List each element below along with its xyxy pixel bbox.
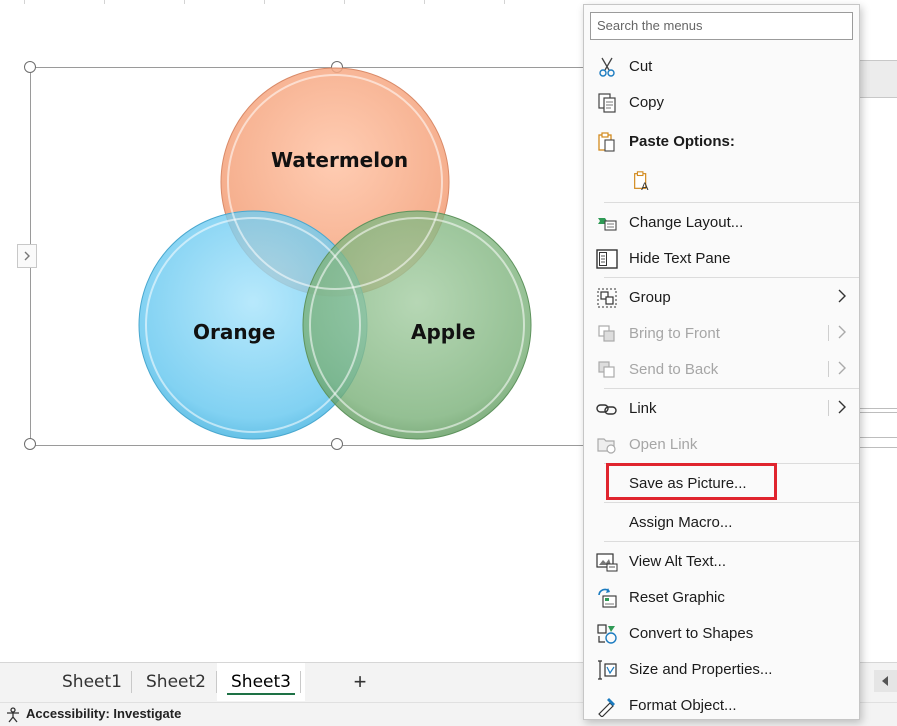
menu-item-format-object-label: Format Object... <box>629 697 737 714</box>
copy-icon <box>598 93 616 113</box>
scroll-left-button[interactable] <box>874 670 897 692</box>
chevron-right-icon <box>838 289 846 303</box>
menu-item-hide-text-pane-label: Hide Text Pane <box>629 250 731 267</box>
menu-item-convert-to-shapes-label: Convert to Shapes <box>629 625 754 642</box>
menu-item-hide-text-pane[interactable]: Hide Text Pane <box>584 241 859 275</box>
grid-line <box>860 447 897 448</box>
menu-item-paste-options-label: Paste Options: <box>629 133 735 150</box>
menu-item-view-alt-text-label: View Alt Text... <box>629 553 726 570</box>
context-menu: Search the menus Cut Copy Paste Options:… <box>583 4 860 720</box>
venn-label-orange[interactable]: Orange <box>193 320 275 344</box>
menu-item-change-layout-label: Change Layout... <box>629 214 744 231</box>
paste-icon <box>598 132 615 152</box>
bring-to-front-icon <box>598 325 615 342</box>
grid-line <box>860 412 897 413</box>
send-to-back-icon <box>598 361 615 378</box>
menu-item-open-link[interactable]: Open Link <box>584 427 859 461</box>
svg-text:A: A <box>641 181 649 192</box>
menu-item-paste-options: Paste Options: <box>584 124 859 158</box>
text-pane-icon <box>596 249 618 269</box>
venn-diagram <box>138 67 532 440</box>
menu-item-send-to-back-label: Send to Back <box>629 361 719 378</box>
venn-label-watermelon[interactable]: Watermelon <box>271 148 408 172</box>
menu-item-link-label: Link <box>629 400 657 417</box>
menu-item-group[interactable]: Group <box>584 280 859 314</box>
venn-label-apple[interactable]: Apple <box>411 320 476 344</box>
menu-item-format-object[interactable]: Format Object... <box>584 688 859 722</box>
menu-search-input[interactable]: Search the menus <box>590 12 853 40</box>
accessibility-status[interactable]: Accessibility: Investigate <box>26 706 181 721</box>
accessibility-icon[interactable] <box>4 707 22 723</box>
grid-line <box>860 408 897 409</box>
alt-text-icon <box>596 553 618 572</box>
add-sheet-button[interactable]: + <box>348 667 372 697</box>
menu-item-copy-label: Copy <box>629 94 665 111</box>
menu-item-assign-macro[interactable]: Assign Macro... <box>584 505 859 539</box>
paste-text-only-icon: A <box>634 171 649 192</box>
size-properties-icon <box>598 660 617 680</box>
menu-item-view-alt-text[interactable]: View Alt Text... <box>584 544 859 578</box>
menu-item-reset-graphic[interactable]: Reset Graphic <box>584 580 859 614</box>
menu-item-send-to-back[interactable]: Send to Back <box>584 352 859 386</box>
tab-sheet3[interactable]: Sheet3 <box>217 663 305 701</box>
convert-to-shapes-icon <box>597 624 617 644</box>
menu-item-bring-to-front[interactable]: Bring to Front <box>584 316 859 350</box>
menu-item-assign-macro-label: Assign Macro... <box>629 514 733 531</box>
menu-item-cut[interactable]: Cut <box>584 49 859 83</box>
reset-graphic-icon <box>598 588 617 608</box>
chevron-right-icon <box>838 361 846 375</box>
menu-item-group-label: Group <box>629 289 671 306</box>
menu-item-open-link-label: Open Link <box>629 436 698 453</box>
tab-sheet2[interactable]: Sheet2 <box>132 663 220 701</box>
group-icon <box>597 288 617 308</box>
triangle-left-icon <box>882 676 888 686</box>
menu-item-cut-label: Cut <box>629 58 653 75</box>
paste-keep-text-only-button[interactable]: A <box>629 163 669 197</box>
menu-item-link[interactable]: Link <box>584 391 859 425</box>
menu-item-size-and-properties-label: Size and Properties... <box>629 661 773 678</box>
menu-item-convert-to-shapes[interactable]: Convert to Shapes <box>584 616 859 650</box>
grid-fragment <box>860 60 897 98</box>
chevron-right-icon <box>838 400 846 414</box>
chevron-right-icon <box>838 325 846 339</box>
tab-sheet3-label: Sheet3 <box>231 672 291 692</box>
format-object-icon <box>598 698 615 717</box>
tab-sheet1[interactable]: Sheet1 <box>48 663 136 701</box>
scissors-icon <box>599 57 615 77</box>
menu-item-bring-to-front-label: Bring to Front <box>629 325 720 342</box>
menu-item-reset-graphic-label: Reset Graphic <box>629 589 725 606</box>
grid-line <box>860 437 897 438</box>
menu-item-change-layout[interactable]: Change Layout... <box>584 205 859 239</box>
link-icon <box>596 404 617 415</box>
highlight-box <box>606 463 777 500</box>
change-layout-icon <box>598 218 617 231</box>
open-link-icon <box>597 438 616 454</box>
menu-item-size-and-properties[interactable]: Size and Properties... <box>584 652 859 686</box>
menu-item-copy[interactable]: Copy <box>584 85 859 119</box>
